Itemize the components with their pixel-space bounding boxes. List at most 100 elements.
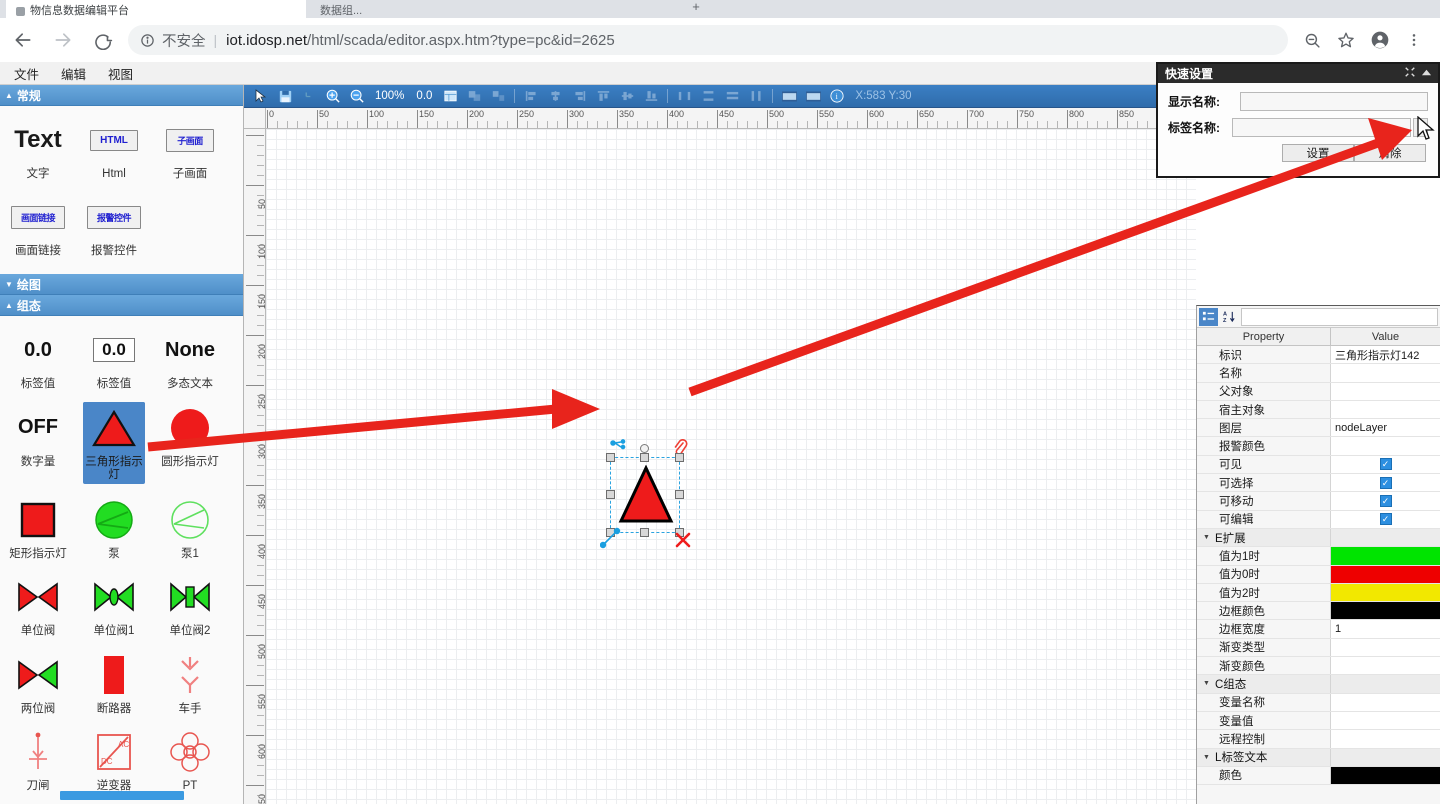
align-middle-icon[interactable] (616, 87, 638, 106)
property-category-name[interactable]: ▼L标签文本 (1197, 749, 1331, 766)
color-swatch[interactable] (1331, 602, 1440, 619)
property-row[interactable]: 边框宽度1 (1197, 620, 1440, 638)
property-row[interactable]: 可见✓ (1197, 456, 1440, 474)
color-swatch[interactable] (1331, 767, 1440, 784)
palette-item-pt[interactable]: PT (152, 726, 228, 793)
forward-arrow-icon[interactable] (46, 23, 80, 57)
palette-item-digital-value[interactable]: OFF 数字量 (0, 402, 76, 484)
property-row[interactable]: 宿主对象 (1197, 401, 1440, 419)
property-value[interactable] (1331, 383, 1440, 400)
new-tab-button[interactable]: + (685, 0, 707, 16)
align-right-icon[interactable] (568, 87, 590, 106)
color-swatch[interactable] (1331, 547, 1440, 564)
resize-handle-s[interactable] (640, 528, 649, 537)
color-swatch[interactable] (1331, 584, 1440, 601)
selected-node-triangle-indicator[interactable] (600, 439, 674, 527)
send-back-icon[interactable] (802, 87, 824, 106)
menu-view[interactable]: 视图 (108, 64, 133, 83)
info-circle-icon[interactable] (140, 33, 155, 48)
property-value-color[interactable] (1331, 602, 1440, 619)
scada-canvas-area[interactable]: 100% 0.0 (244, 85, 1196, 804)
property-value[interactable] (1331, 639, 1440, 656)
component-palette[interactable]: ▲ 常规 Text 文字 HTML Html 子画面 子画面 (0, 85, 244, 804)
rotate-handle[interactable] (640, 444, 649, 453)
triangle-indicator-shape[interactable] (618, 465, 674, 525)
resize-handle-ne[interactable] (675, 453, 684, 462)
palette-item-pump[interactable]: 泵 (76, 494, 152, 561)
property-value[interactable] (1331, 529, 1440, 546)
property-category-name[interactable]: ▼E扩展 (1197, 529, 1331, 546)
collapse-icon[interactable] (1402, 66, 1418, 81)
property-value[interactable] (1331, 401, 1440, 418)
connector-handle[interactable] (600, 527, 622, 554)
categorized-view-icon[interactable] (1199, 308, 1218, 326)
minimize-icon[interactable] (1418, 67, 1434, 81)
property-value[interactable] (1331, 675, 1440, 692)
resize-handle-nw[interactable] (606, 453, 615, 462)
property-value-color[interactable] (1331, 566, 1440, 583)
distribute-h-icon[interactable] (673, 87, 695, 106)
property-value-checkbox[interactable]: ✓ (1331, 474, 1440, 491)
property-grid[interactable]: A Z Property Value 标识三角形指示灯142名称父对象宿主对象图… (1196, 305, 1440, 804)
color-swatch[interactable] (1331, 566, 1440, 583)
bring-front-icon[interactable] (778, 87, 800, 106)
resize-handle-w[interactable] (606, 490, 615, 499)
delete-x-icon[interactable] (674, 531, 692, 554)
property-value[interactable] (1331, 749, 1440, 766)
property-value-checkbox[interactable]: ✓ (1331, 456, 1440, 473)
ungroup-icon[interactable] (487, 87, 509, 106)
checkbox-checked-icon[interactable]: ✓ (1380, 513, 1392, 525)
property-value[interactable] (1331, 730, 1440, 747)
address-bar[interactable]: 不安全 | iot.idosp.net/html/scada/editor.as… (128, 25, 1288, 55)
palette-item-valve1[interactable]: 单位阀1 (76, 571, 152, 638)
property-value-color[interactable] (1331, 547, 1440, 564)
palette-item-breaker[interactable]: 断路器 (76, 649, 152, 716)
property-value[interactable] (1331, 657, 1440, 674)
checkbox-checked-icon[interactable]: ✓ (1380, 477, 1392, 489)
property-row[interactable]: ▼E扩展 (1197, 529, 1440, 547)
property-value[interactable]: 三角形指示灯142 (1331, 346, 1440, 363)
property-value-color[interactable] (1331, 767, 1440, 784)
palette-item-multistate-text[interactable]: None 多态文本 (152, 324, 228, 391)
palette-item-alarm-widget[interactable]: 报警控件 报警控件 (76, 191, 152, 258)
property-row[interactable]: 值为2时 (1197, 584, 1440, 602)
palette-item-screen-link[interactable]: 画面链接 画面链接 (0, 191, 76, 258)
palette-item-tag-value-box[interactable]: 0.0 标签值 (76, 324, 152, 391)
property-value-color[interactable] (1331, 584, 1440, 601)
bookmark-star-icon[interactable] (1330, 24, 1362, 56)
palette-scrollbar[interactable] (60, 791, 184, 800)
reload-icon[interactable] (86, 23, 120, 57)
tag-name-field[interactable] (1232, 118, 1411, 137)
palette-item-disconnector[interactable]: 刀闸 (0, 726, 76, 793)
property-row[interactable]: ▼L标签文本 (1197, 749, 1440, 767)
palette-item-circle-indicator[interactable]: 圆形指示灯 (152, 402, 228, 484)
resize-handle-n[interactable] (640, 453, 649, 462)
palette-item-valve[interactable]: 单位阀 (0, 571, 76, 638)
align-center-icon[interactable] (544, 87, 566, 106)
resize-handle-e[interactable] (675, 490, 684, 499)
palette-item-rect-indicator[interactable]: 矩形指示灯 (0, 494, 76, 561)
alphabetical-sort-icon[interactable]: A Z (1220, 308, 1239, 326)
browser-tab-0[interactable]: 物信息数据编辑平台 (6, 0, 306, 20)
property-row[interactable]: ▼C组态 (1197, 675, 1440, 693)
menu-file[interactable]: 文件 (14, 64, 39, 83)
pointer-icon[interactable] (250, 87, 272, 106)
property-value[interactable] (1331, 712, 1440, 729)
distribute-v-icon[interactable] (697, 87, 719, 106)
property-row[interactable]: 报警颜色 (1197, 437, 1440, 455)
palette-item-inverter[interactable]: AC DC 逆变器 (76, 726, 152, 793)
back-arrow-icon[interactable] (6, 23, 40, 57)
browser-tab-1[interactable]: 数据组... (310, 0, 510, 20)
palette-item-html[interactable]: HTML Html (76, 114, 152, 181)
palette-item-handcart[interactable]: 车手 (152, 649, 228, 716)
align-left-icon[interactable] (520, 87, 542, 106)
zoom-out-icon[interactable] (346, 87, 368, 106)
property-value[interactable]: 1 (1331, 620, 1440, 637)
palette-group-header-drawing[interactable]: ▼ 绘图 (0, 274, 243, 295)
property-row[interactable]: 渐变类型 (1197, 639, 1440, 657)
property-row[interactable]: 名称 (1197, 364, 1440, 382)
clear-button[interactable]: 清除 (1354, 144, 1426, 162)
palette-item-triangle-indicator[interactable]: 三角形指示灯 (83, 402, 145, 484)
property-row[interactable]: 边框颜色 (1197, 602, 1440, 620)
property-row[interactable]: 标识三角形指示灯142 (1197, 346, 1440, 364)
